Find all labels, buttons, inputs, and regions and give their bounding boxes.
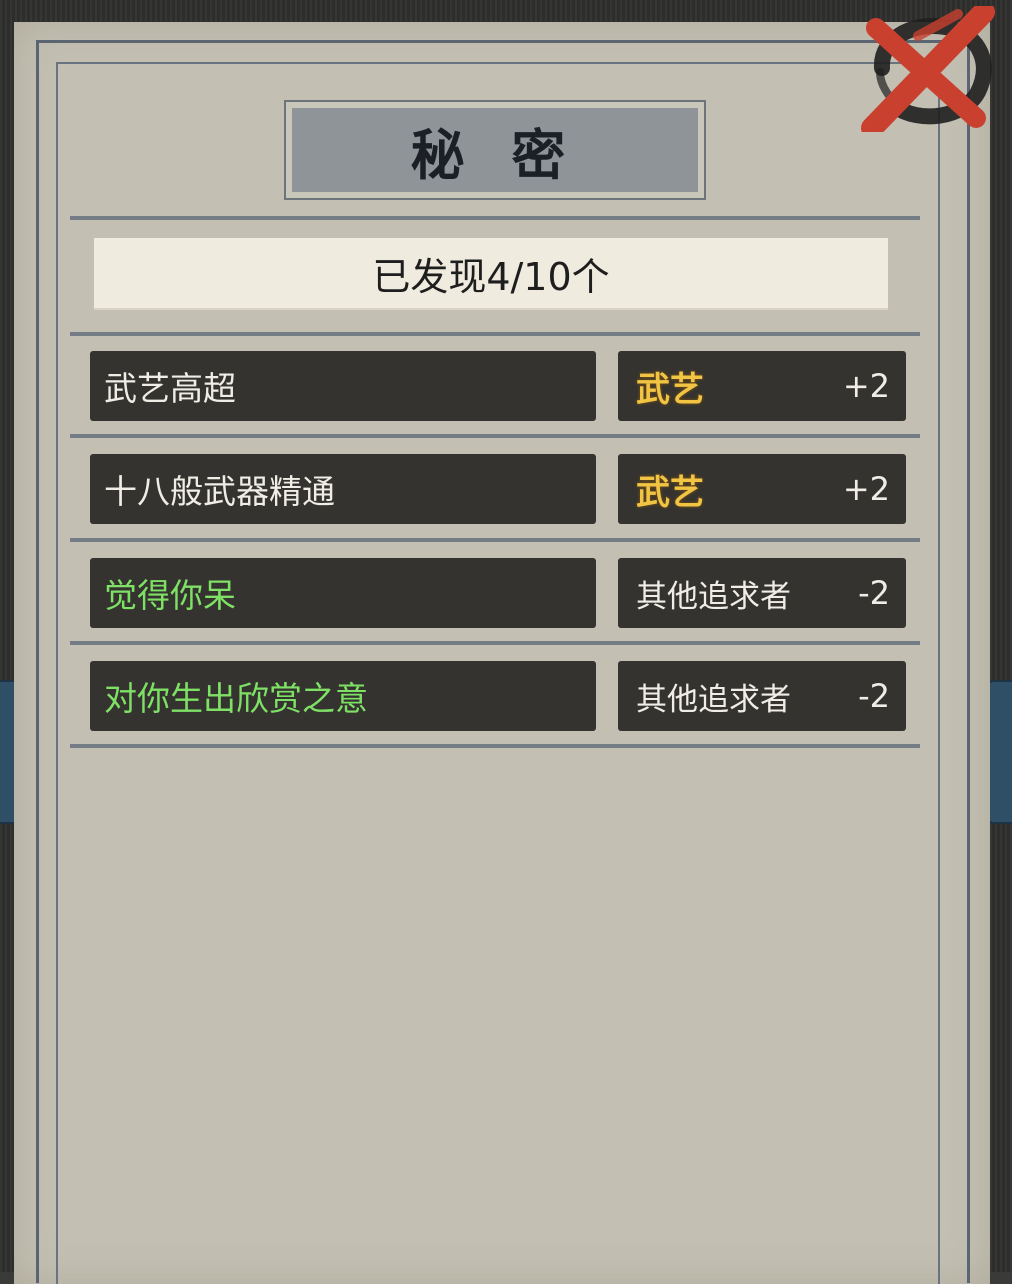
secret-name: 武艺高超 xyxy=(90,351,596,421)
close-x-icon xyxy=(861,1,995,139)
secret-name: 十八般武器精通 xyxy=(90,454,596,524)
secret-effect: 武艺 +2 xyxy=(618,351,906,421)
panel-title: 秘 密 xyxy=(410,122,580,187)
divider xyxy=(70,332,920,336)
divider xyxy=(70,538,920,542)
close-button[interactable] xyxy=(858,1,998,139)
secret-effect: 武艺 +2 xyxy=(618,454,906,524)
secret-name: 觉得你呆 xyxy=(90,558,596,628)
effect-value: -2 xyxy=(858,677,890,715)
effect-value: -2 xyxy=(858,574,890,612)
effect-label: 其他追求者 xyxy=(636,681,791,718)
effect-label: 武艺 xyxy=(636,369,704,410)
title-plaque-inner: 秘 密 xyxy=(292,108,698,192)
effect-value: +2 xyxy=(842,470,890,508)
effect-label: 武艺 xyxy=(636,472,704,513)
divider xyxy=(70,744,920,748)
divider xyxy=(70,216,920,220)
divider xyxy=(70,641,920,645)
title-plaque: 秘 密 xyxy=(284,100,706,200)
secret-effect: 其他追求者 -2 xyxy=(618,661,906,731)
divider xyxy=(70,434,920,438)
effect-label: 其他追求者 xyxy=(636,578,791,615)
discovered-count: 已发现4/10个 xyxy=(372,254,610,299)
secret-name: 对你生出欣赏之意 xyxy=(90,661,596,731)
secret-effect: 其他追求者 -2 xyxy=(618,558,906,628)
effect-value: +2 xyxy=(842,367,890,405)
discovered-banner: 已发现4/10个 xyxy=(94,238,888,308)
